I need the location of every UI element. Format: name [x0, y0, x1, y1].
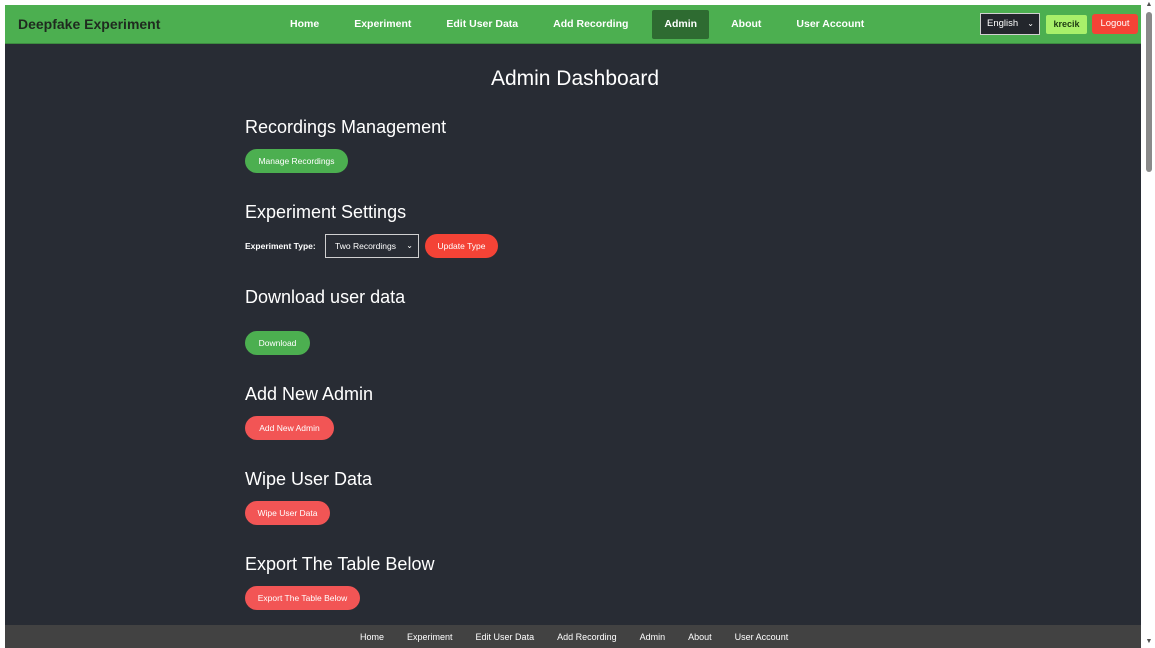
chevron-down-icon: ⌄	[1027, 19, 1034, 28]
add-new-admin-button[interactable]: Add New Admin	[245, 416, 334, 440]
username-badge[interactable]: krecik	[1046, 15, 1087, 34]
nav-about[interactable]: About	[718, 10, 774, 39]
experiment-type-label: Experiment Type:	[245, 241, 316, 251]
update-type-button[interactable]: Update Type	[425, 234, 498, 258]
download-button[interactable]: Download	[245, 331, 310, 355]
page-scrollbar[interactable]: ▲ ▼	[1143, 0, 1155, 648]
chevron-down-icon: ⌄	[406, 241, 413, 250]
scrollbar-thumb[interactable]	[1146, 12, 1152, 172]
footer-link-home[interactable]: Home	[360, 632, 384, 642]
nav-experiment[interactable]: Experiment	[341, 10, 424, 39]
footer-link-add-recording[interactable]: Add Recording	[557, 632, 617, 642]
footer-links: Home Experiment Edit User Data Add Recor…	[360, 632, 788, 642]
export-table-button[interactable]: Export The Table Below	[245, 586, 360, 610]
wipe-user-data-button[interactable]: Wipe User Data	[245, 501, 330, 525]
footer-bar: Home Experiment Edit User Data Add Recor…	[5, 625, 1141, 648]
top-navbar: Deepfake Experiment Home Experiment Edit…	[5, 5, 1141, 44]
nav-admin[interactable]: Admin	[652, 10, 710, 39]
experiment-type-value: Two Recordings	[335, 241, 396, 251]
footer-link-user-account[interactable]: User Account	[735, 632, 789, 642]
nav-user-account[interactable]: User Account	[783, 10, 877, 39]
nav-edit-user-data[interactable]: Edit User Data	[433, 10, 531, 39]
language-value: English	[987, 18, 1019, 29]
page-title: Admin Dashboard	[490, 67, 660, 90]
scroll-up-arrow-icon[interactable]: ▲	[1145, 1, 1153, 8]
export-heading: Export The Table Below	[245, 554, 435, 574]
scroll-down-arrow-icon[interactable]: ▼	[1145, 638, 1153, 645]
nav-add-recording[interactable]: Add Recording	[540, 10, 641, 39]
brand-title[interactable]: Deepfake Experiment	[18, 16, 160, 32]
language-select[interactable]: English ⌄	[980, 13, 1040, 35]
add-admin-heading: Add New Admin	[245, 384, 374, 404]
app-window: Deepfake Experiment Home Experiment Edit…	[5, 5, 1141, 648]
footer-link-experiment[interactable]: Experiment	[407, 632, 453, 642]
download-heading: Download user data	[245, 287, 406, 307]
footer-link-about[interactable]: About	[688, 632, 712, 642]
logout-button[interactable]: Logout	[1092, 14, 1138, 34]
experiment-type-select[interactable]: Two Recordings ⌄	[325, 234, 419, 258]
wipe-heading: Wipe User Data	[245, 469, 373, 489]
recordings-heading: Recordings Management	[245, 117, 447, 137]
footer-link-edit-user-data[interactable]: Edit User Data	[476, 632, 535, 642]
settings-heading: Experiment Settings	[245, 202, 407, 222]
nav-links: Home Experiment Edit User Data Add Recor…	[277, 10, 877, 39]
nav-home[interactable]: Home	[277, 10, 332, 39]
manage-recordings-button[interactable]: Manage Recordings	[245, 149, 348, 173]
footer-link-admin[interactable]: Admin	[640, 632, 666, 642]
